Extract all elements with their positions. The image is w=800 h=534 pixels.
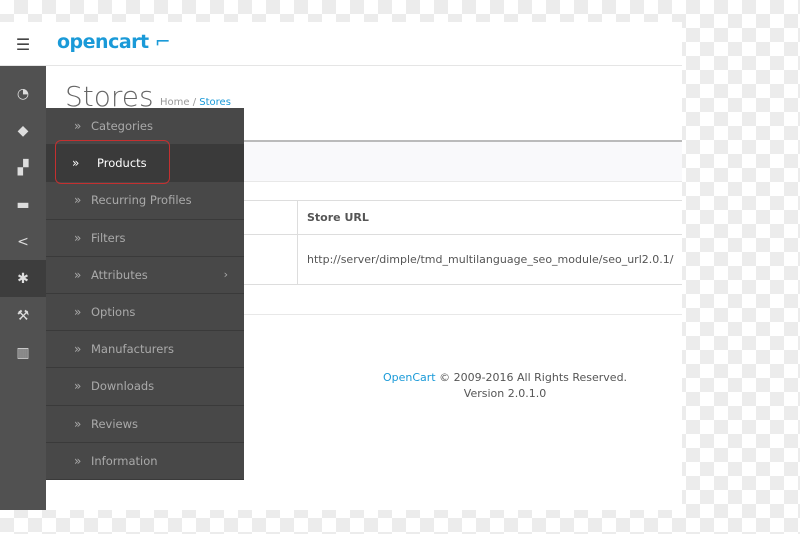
cog-icon[interactable]: ✱ xyxy=(0,260,46,297)
menu-item-attributes[interactable]: » Attributes › xyxy=(46,257,244,294)
top-header: ☰ opencart ⌐ xyxy=(0,22,682,66)
menu-item-label: Recurring Profiles xyxy=(91,193,192,208)
chevron-double-right-icon: » xyxy=(74,379,82,394)
menu-item-label: Attributes xyxy=(91,267,148,282)
chevron-double-right-icon: » xyxy=(74,342,82,357)
sidebar: ◔ ◆ ▞ ▬ < ✱ ⚒ ▥ xyxy=(0,66,46,510)
menu-item-label: Reviews xyxy=(91,416,139,431)
opencart-link[interactable]: OpenCart xyxy=(383,371,436,384)
opencart-logo[interactable]: opencart ⌐ xyxy=(57,31,171,53)
products-highlight xyxy=(55,140,170,184)
menu-toggle-icon[interactable]: ☰ xyxy=(0,22,46,66)
chevron-double-right-icon: » xyxy=(74,193,82,208)
chevron-double-right-icon: » xyxy=(74,453,82,468)
cart-icon[interactable]: ▬ xyxy=(0,186,46,223)
copyright-text: © 2009-2016 All Rights Reserved. xyxy=(435,371,628,384)
menu-item-label: Downloads xyxy=(91,379,155,394)
menu-item-label: Filters xyxy=(91,230,126,245)
footer: OpenCart © 2009-2016 All Rights Reserved… xyxy=(330,370,680,402)
bar-chart-icon[interactable]: ▥ xyxy=(0,334,46,371)
menu-item-label: Manufacturers xyxy=(91,342,175,357)
menu-item-downloads[interactable]: » Downloads xyxy=(46,368,244,406)
menu-item-filters[interactable]: » Filters xyxy=(46,220,244,257)
chevron-double-right-icon: » xyxy=(74,305,82,320)
breadcrumb-stores[interactable]: Stores xyxy=(199,97,231,108)
menu-item-label: Categories xyxy=(91,119,153,134)
puzzle-icon[interactable]: ▞ xyxy=(0,149,46,186)
version-text: Version 2.0.1.0 xyxy=(463,387,547,400)
chevron-double-right-icon: » xyxy=(74,416,82,431)
store-url-cell: http://server/dimple/tmd_multilanguage_s… xyxy=(307,253,674,266)
menu-item-label: Options xyxy=(91,305,136,320)
menu-item-manufacturers[interactable]: » Manufacturers xyxy=(46,331,244,369)
chevron-double-right-icon: » xyxy=(74,230,82,245)
wrench-icon[interactable]: ⚒ xyxy=(0,297,46,334)
chevron-right-icon: › xyxy=(223,268,228,282)
menu-item-reviews[interactable]: » Reviews xyxy=(46,406,244,443)
chevron-double-right-icon: » xyxy=(74,267,82,282)
dashboard-icon[interactable]: ◔ xyxy=(0,75,46,112)
tags-icon[interactable]: ◆ xyxy=(0,112,46,149)
menu-item-information[interactable]: » Information xyxy=(46,443,244,480)
breadcrumb: Home / Stores xyxy=(160,97,231,108)
share-icon[interactable]: < xyxy=(0,223,46,260)
menu-item-options[interactable]: » Options xyxy=(46,294,244,332)
chevron-double-right-icon: » xyxy=(74,119,82,134)
column-store-url[interactable]: Store URL xyxy=(298,201,369,234)
breadcrumb-separator: / xyxy=(192,97,197,108)
menu-item-recurring-profiles[interactable]: » Recurring Profiles xyxy=(46,182,244,220)
breadcrumb-home[interactable]: Home xyxy=(160,97,190,108)
menu-item-label: Information xyxy=(91,453,158,468)
